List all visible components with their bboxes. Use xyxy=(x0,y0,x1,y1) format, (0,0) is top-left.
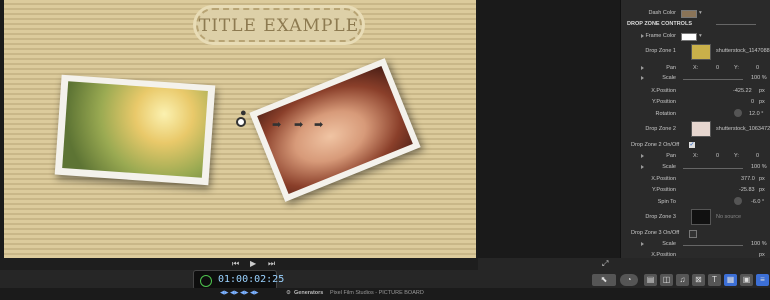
drop-zone-1-photo[interactable] xyxy=(54,74,216,186)
arrow-right-icon[interactable]: ➡ xyxy=(272,118,281,131)
ypos2-row: Y.Position -25.83 px xyxy=(651,187,765,193)
generators-label: Generators xyxy=(294,290,324,296)
checkbox-unchecked-icon[interactable] xyxy=(689,230,697,238)
title-text: TITLE EXAMPLE xyxy=(198,16,360,36)
scale2-slider[interactable] xyxy=(683,168,743,169)
photo-image xyxy=(62,81,208,178)
viewer: TITLE EXAMPLE ● ➡ ➡ ➡ xyxy=(0,0,478,258)
drop-zone-1-row: Drop Zone 1 shutterstock_11470881 xyxy=(621,44,770,60)
drop-zone-2-row: Drop Zone 2 shutterstock_10634729 xyxy=(621,121,770,137)
rotation1-row: Rotation 12.0 ° xyxy=(655,109,764,117)
drop-zone-2-well[interactable] xyxy=(691,121,711,137)
arrow-right-icon[interactable]: ➡ xyxy=(314,118,323,131)
frame-color-row: Frame Color ▾ xyxy=(621,31,770,43)
titles-browser-icon[interactable]: T xyxy=(708,274,721,286)
inspector-toggle-icon[interactable]: ≡ xyxy=(756,274,769,286)
transitions-browser-icon[interactable]: ⊠ xyxy=(692,274,705,286)
onscreen-handle-icon[interactable]: ● xyxy=(240,107,247,119)
disclosure-triangle-icon[interactable] xyxy=(641,154,644,158)
play-icon[interactable]: ▶ xyxy=(250,259,256,268)
generators-browser-icon[interactable]: ▦ xyxy=(724,274,737,286)
scale1-slider[interactable] xyxy=(683,79,743,80)
drop-zone-3-well[interactable] xyxy=(691,209,711,225)
arrow-right-icon[interactable]: ➡ xyxy=(294,118,303,131)
blade-tool-icon[interactable]: ◔ xyxy=(620,274,638,286)
spin-row: Spin To -6.0 ° xyxy=(657,197,765,205)
checkbox-checked-icon[interactable]: ✓ xyxy=(689,142,695,148)
breadcrumb: Pixel Film Studios - PICTURE BOARD xyxy=(330,290,424,296)
select-tool-icon[interactable]: ⬉ xyxy=(592,274,616,286)
section-slider[interactable] xyxy=(716,24,756,25)
timecode-status-icon xyxy=(200,275,212,287)
drop-zone-1-well[interactable] xyxy=(691,44,711,60)
music-browser-icon[interactable]: ♫ xyxy=(676,274,689,286)
fullscreen-icon[interactable]: ⤢ xyxy=(602,259,608,269)
scale1-row: Scale 100 % xyxy=(621,73,770,85)
status-footer: ◀▶ ◀▶ ◀▶ ◀▶ ⚙ Generators Pixel Film Stud… xyxy=(0,288,770,300)
view-mode-icons[interactable]: ◀▶ ◀▶ ◀▶ ◀▶ xyxy=(220,290,258,296)
next-icon[interactable]: ⏭ xyxy=(268,259,275,269)
frame-color-swatch[interactable] xyxy=(681,33,697,41)
drop-zone-controls-heading: DROP ZONE CONTROLS xyxy=(627,21,692,27)
chevron-down-icon[interactable]: ▾ xyxy=(699,10,702,16)
prev-icon[interactable]: ⏮ xyxy=(232,259,239,269)
transport-bar: ⏮ ▶ ⏭ ⤢ xyxy=(0,258,608,270)
drop-zone-3-row: Drop Zone 3 No source xyxy=(621,209,770,225)
generators-icon: ⚙ xyxy=(286,290,291,296)
timecode-display[interactable]: 01:00:02:25 xyxy=(193,270,284,290)
title-plate: TITLE EXAMPLE xyxy=(196,8,362,42)
dash-color-swatch[interactable] xyxy=(681,10,697,18)
dash-color-row: Dash Color ▾ xyxy=(648,10,702,18)
effects-browser-icon[interactable]: ▤ xyxy=(644,274,657,286)
spin-dial-icon[interactable] xyxy=(734,197,742,205)
ypos1-row: Y.Position 0 px xyxy=(651,99,765,105)
timecode-value: 01:00:02:25 xyxy=(218,274,285,285)
rotation-dial-icon[interactable] xyxy=(734,109,742,117)
scale2-row: Scale 100 % xyxy=(621,162,770,174)
photos-browser-icon[interactable]: ◫ xyxy=(660,274,673,286)
viewer-canvas[interactable]: TITLE EXAMPLE ● ➡ ➡ ➡ xyxy=(4,0,476,258)
disclosure-triangle-icon[interactable] xyxy=(641,66,644,70)
disclosure-triangle-icon[interactable] xyxy=(641,34,644,38)
inspector-panel: Dash Color ▾ DROP ZONE CONTROLS Frame Co… xyxy=(620,0,770,262)
disclosure-triangle-icon[interactable] xyxy=(641,165,644,169)
chevron-down-icon[interactable]: ▾ xyxy=(699,33,702,39)
disclosure-triangle-icon[interactable] xyxy=(641,76,644,80)
scale3-slider[interactable] xyxy=(683,245,743,246)
themes-browser-icon[interactable]: ▣ xyxy=(740,274,753,286)
disclosure-triangle-icon[interactable] xyxy=(641,242,644,246)
